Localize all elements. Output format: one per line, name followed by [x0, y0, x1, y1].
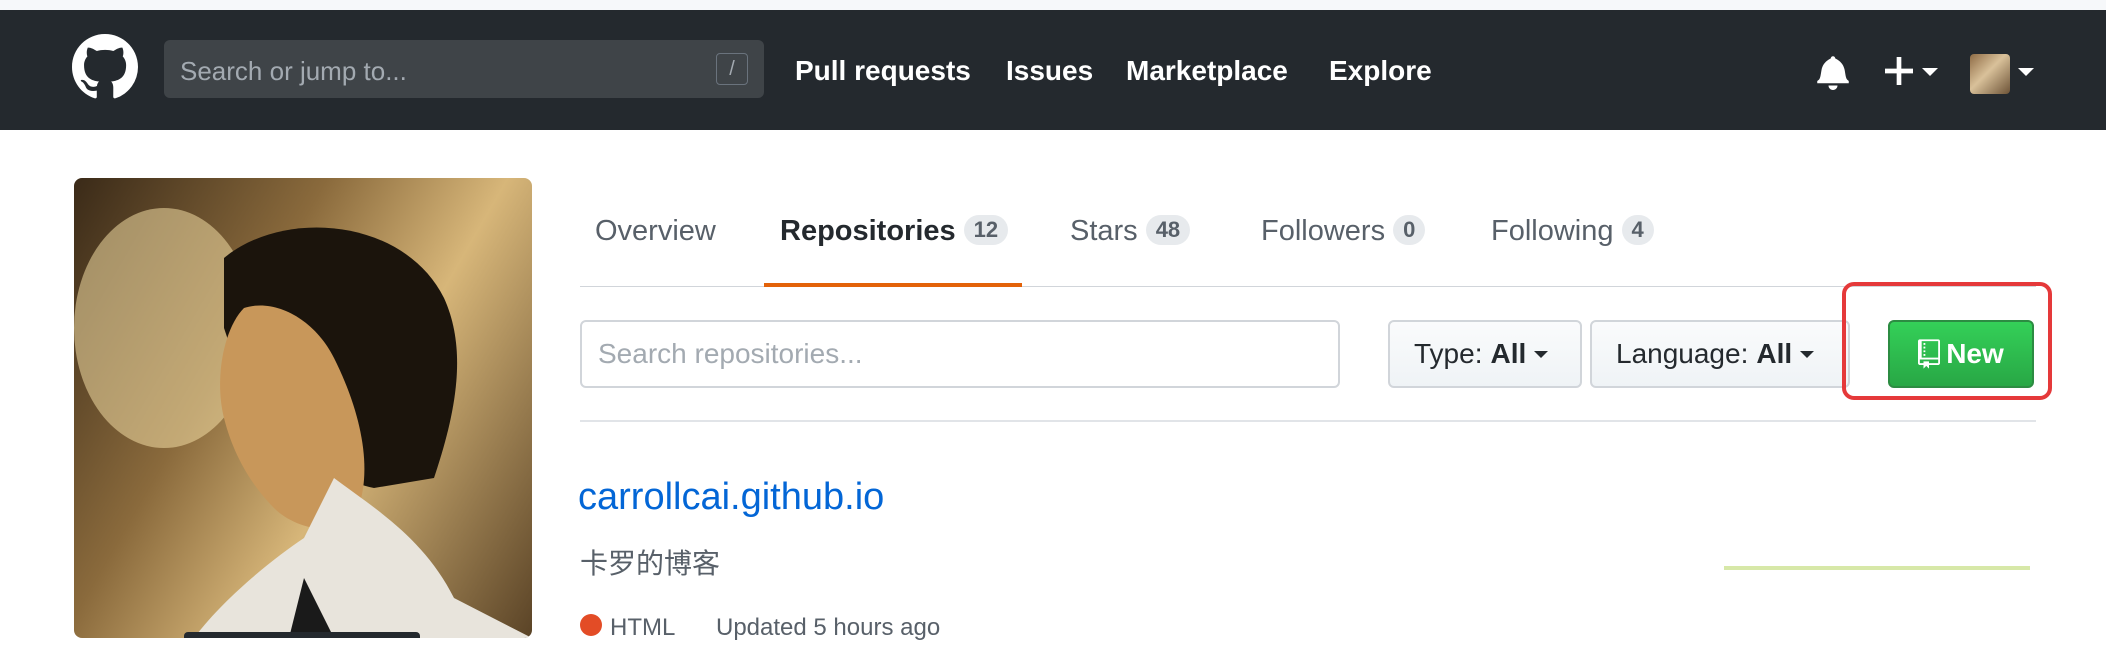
tab-stars[interactable]: Stars 48	[1070, 215, 1191, 248]
repo-description: 卡罗的博客	[580, 547, 721, 580]
followers-count-badge: 0	[1393, 215, 1426, 245]
tab-following[interactable]: Following 4	[1491, 215, 1654, 248]
tab-repositories[interactable]: Repositories 12	[780, 215, 1009, 248]
tab-overview[interactable]: Overview	[595, 215, 716, 248]
global-search-input[interactable]: Search or jump to... /	[164, 40, 764, 98]
type-chevron-down-icon	[1534, 350, 1549, 358]
browser-top-strip	[0, 0, 2106, 10]
repo-language-color-dot	[580, 614, 602, 636]
plus-icon[interactable]	[1885, 57, 1913, 85]
repo-language: HTML	[610, 614, 676, 641]
repository-search-input[interactable]	[580, 320, 1340, 388]
avatar-menu-chevron-down-icon[interactable]	[2018, 68, 2034, 76]
tab-repositories-label: Repositories	[780, 215, 956, 247]
type-filter-value: All	[1490, 338, 1527, 369]
tab-following-label: Following	[1491, 215, 1614, 247]
profile-avatar	[74, 178, 532, 638]
github-logo-icon[interactable]	[72, 34, 138, 100]
nav-pull-requests[interactable]: Pull requests	[795, 55, 971, 87]
repositories-count-badge: 12	[963, 215, 1009, 245]
user-avatar-menu[interactable]	[1970, 54, 2010, 94]
language-chevron-down-icon	[1800, 350, 1815, 358]
site-header: Search or jump to... / Pull requests Iss…	[0, 10, 2106, 130]
global-search-placeholder: Search or jump to...	[180, 56, 407, 86]
notifications-bell-icon[interactable]	[1817, 54, 1849, 90]
avatar-tooltip-edge	[184, 632, 420, 638]
language-filter-label: Language:	[1616, 338, 1749, 369]
nav-explore[interactable]: Explore	[1329, 55, 1432, 87]
repo-name-link[interactable]: carrollcai.github.io	[578, 476, 884, 519]
type-filter-label: Type:	[1414, 338, 1483, 369]
tab-followers-label: Followers	[1261, 215, 1386, 247]
tab-followers[interactable]: Followers 0	[1261, 215, 1426, 248]
nav-marketplace[interactable]: Marketplace	[1126, 55, 1288, 87]
nav-issues[interactable]: Issues	[1006, 55, 1093, 87]
tab-stars-label: Stars	[1070, 215, 1138, 247]
language-filter-dropdown[interactable]: Language: All	[1590, 320, 1850, 388]
language-filter-value: All	[1756, 338, 1793, 369]
repo-list-divider	[580, 420, 2036, 422]
following-count-badge: 4	[1621, 215, 1654, 245]
repo-activity-sparkline	[1724, 566, 2030, 570]
selected-tab-underline	[764, 283, 1022, 287]
search-shortcut-key: /	[716, 53, 748, 85]
stars-count-badge: 48	[1145, 215, 1191, 245]
create-menu-chevron-down-icon[interactable]	[1922, 68, 1938, 76]
new-button-highlight-annotation	[1842, 282, 2052, 400]
type-filter-dropdown[interactable]: Type: All	[1388, 320, 1582, 388]
profile-photo	[74, 208, 532, 638]
tab-overview-label: Overview	[595, 215, 716, 247]
repo-updated-time: Updated 5 hours ago	[716, 614, 941, 641]
